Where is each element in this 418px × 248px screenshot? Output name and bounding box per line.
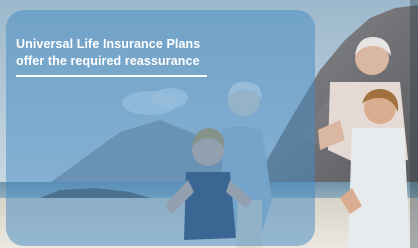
headline: Universal Life Insurance Plans offer the… <box>16 36 296 70</box>
hero-image: Universal Life Insurance Plans offer the… <box>0 0 418 248</box>
headline-line-2: offer the required reassurance <box>16 54 200 68</box>
headline-line-1: Universal Life Insurance Plans <box>16 37 201 51</box>
headline-underline <box>16 75 207 77</box>
